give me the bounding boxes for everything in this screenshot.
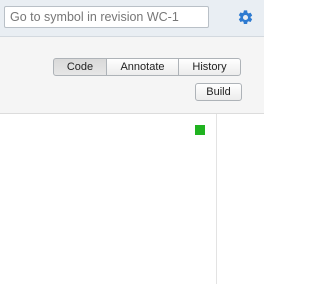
view-toolbar: Code Annotate History Build [0,37,264,114]
status-marker [195,125,205,135]
gear-icon[interactable] [237,9,254,26]
tab-annotate[interactable]: Annotate [106,58,179,76]
build-button[interactable]: Build [195,83,242,101]
symbol-search-input[interactable] [4,6,209,28]
tab-code[interactable]: Code [53,58,107,76]
gutter-divider [216,114,217,284]
code-content-area [0,114,264,284]
view-mode-tabs: Code Annotate History [53,58,241,76]
source-view-page: Code Annotate History Build [0,0,264,284]
top-bar [0,0,264,37]
tab-history[interactable]: History [178,58,241,76]
